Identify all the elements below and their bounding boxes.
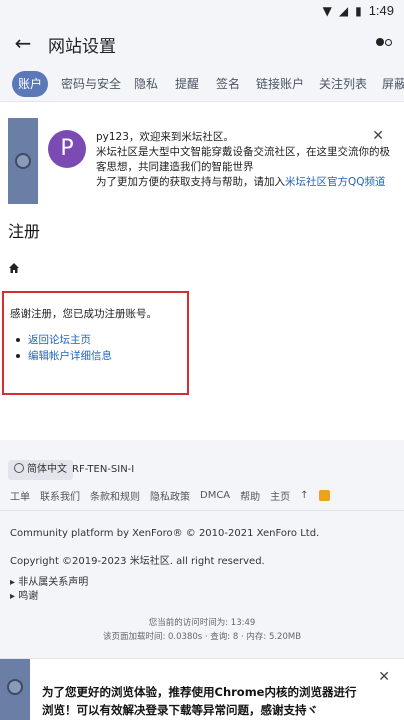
tab-account[interactable]: 账户 xyxy=(12,71,49,97)
notice-icon xyxy=(15,153,31,169)
footer-link-home[interactable]: 主页 xyxy=(270,488,290,503)
avatar[interactable]: P xyxy=(48,130,86,168)
page-title: 网站设置 xyxy=(48,37,116,57)
close-icon[interactable]: ✕ xyxy=(378,669,390,685)
welcome-notice: P py123，欢迎来到米坛社区。 米坛社区是大型中文智能穿戴设备交流社区，在这… xyxy=(8,118,396,204)
qq-channel-link[interactable]: 米坛社区官方QQ频道 xyxy=(285,176,386,188)
tab-alerts[interactable]: 提醒 xyxy=(169,71,205,97)
rss-icon[interactable] xyxy=(318,490,330,501)
style-chooser[interactable]: RF-TEN-SIN-I xyxy=(72,464,134,475)
home-icon[interactable] xyxy=(8,262,20,274)
settings-toggle-icon[interactable] xyxy=(374,33,396,53)
footer-divider xyxy=(0,510,404,511)
wifi-icon: ▼ xyxy=(322,3,332,18)
footer-links: 工单 联系我们 条款和规则 隐私政策 DMCA 帮助 主页 ↑ xyxy=(10,488,330,503)
footer-link-contact[interactable]: 联系我们 xyxy=(40,488,80,503)
browser-recommendation-notice: 为了您更好的浏览体验，推荐使用Chrome内核的浏览器进行浏览！可以有效解决登录… xyxy=(0,658,404,720)
tab-signature[interactable]: 签名 xyxy=(210,71,246,97)
page-heading: 注册 xyxy=(8,222,41,241)
notice-description: 米坛社区是大型中文智能穿戴设备交流社区，在这里交流你的极客思想，共同建造我们的智… xyxy=(96,146,390,173)
footer-link-ticket[interactable]: 工单 xyxy=(10,488,30,503)
browser-notice-text: 为了您更好的浏览体验，推荐使用Chrome内核的浏览器进行浏览！可以有效解决登录… xyxy=(42,685,357,717)
footer-link-privacy[interactable]: 隐私政策 xyxy=(150,488,190,503)
tab-password-security[interactable]: 密码与安全 xyxy=(55,71,127,97)
back-arrow-icon[interactable]: ← xyxy=(10,30,36,56)
highlight-box xyxy=(2,291,189,395)
notice-greeting: py123，欢迎来到米坛社区。 xyxy=(96,131,234,143)
clock: 1:49 xyxy=(368,3,394,18)
scroll-top-icon[interactable]: ↑ xyxy=(300,490,308,501)
close-icon[interactable]: ✕ xyxy=(372,128,384,144)
tab-connected-accounts[interactable]: 链接账户 xyxy=(250,71,310,97)
footer-link-dmca[interactable]: DMCA xyxy=(200,490,230,501)
disclaimer-toggle[interactable]: ▸ 非从属关系声明 xyxy=(10,576,88,590)
globe-icon xyxy=(14,463,24,473)
visit-time: 您当前的访问时间为: 13:49 xyxy=(148,618,256,628)
notice-icon xyxy=(7,679,23,695)
tab-following[interactable]: 关注列表 xyxy=(313,71,373,97)
site-footer: 简体中文 RF-TEN-SIN-I 工单 联系我们 条款和规则 隐私政策 DMC… xyxy=(0,440,404,658)
acknowledgements-toggle[interactable]: ▸ 鸣谢 xyxy=(10,590,88,604)
battery-icon: ▮ xyxy=(355,3,362,18)
notice-join-prompt: 为了更加方便的获取支持与帮助，请加入 xyxy=(96,176,285,188)
page-load-stats: 该页面加载时间: 0.0380s · 查询: 8 · 内存: 5.20MB xyxy=(102,632,302,642)
settings-tabs: 账户 密码与安全 隐私 提醒 签名 链接账户 关注列表 屏蔽 xyxy=(0,64,404,102)
copyright: Copyright ©2019-2023 米坛社区. all right res… xyxy=(10,556,265,567)
xenforo-credit: Community platform by XenForo® © 2010-20… xyxy=(10,528,320,539)
status-bar: ▼ ◢ ▮ 1:49 xyxy=(0,0,404,22)
footer-link-terms[interactable]: 条款和规则 xyxy=(90,488,140,503)
app-bar: ← 网站设置 xyxy=(0,22,404,64)
signal-icon: ◢ xyxy=(338,3,349,18)
tab-privacy[interactable]: 隐私 xyxy=(128,71,164,97)
language-chooser-button[interactable]: 简体中文 xyxy=(8,460,73,480)
footer-link-help[interactable]: 帮助 xyxy=(240,488,260,503)
tab-ignoring[interactable]: 屏蔽 xyxy=(376,71,404,97)
